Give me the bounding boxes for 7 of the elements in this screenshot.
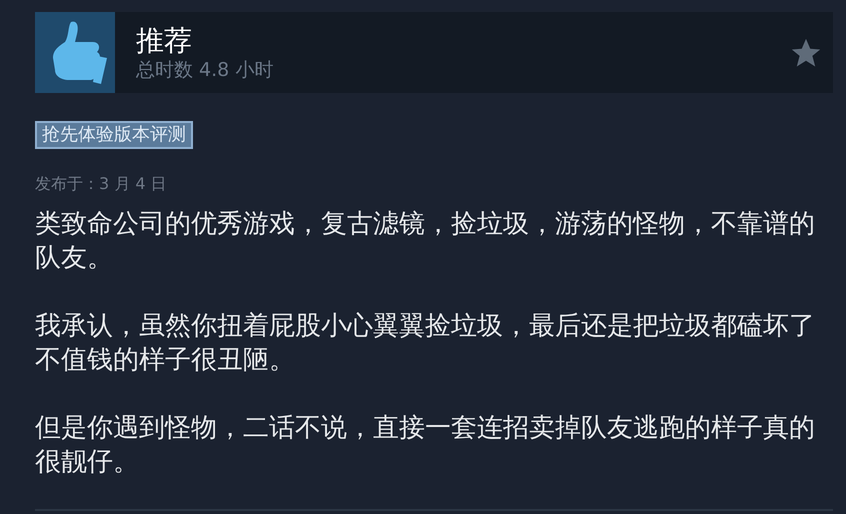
review-paragraph: 类致命公司的优秀游戏，复古滤镜，捡垃圾，游荡的怪物，不靠谱的队友。 [35,208,816,275]
playtime-text: 总时数 4.8 小时 [136,58,274,82]
posted-date: 发布于：3 月 4 日 [35,173,168,195]
verdict-title: 推荐 [136,24,193,58]
review-paragraph: 我承认，虽然你扭着屁股小心翼翼捡垃圾，最后还是把垃圾都磕坏了不值钱的样子很丑陋。 [35,310,816,377]
review-paragraph: 但是你遇到怪物，二话不说，直接一套连招卖掉队友逃跑的样子真的很靓仔。 [35,412,816,479]
early-access-tag: 抢先体验版本评测 [35,121,193,149]
